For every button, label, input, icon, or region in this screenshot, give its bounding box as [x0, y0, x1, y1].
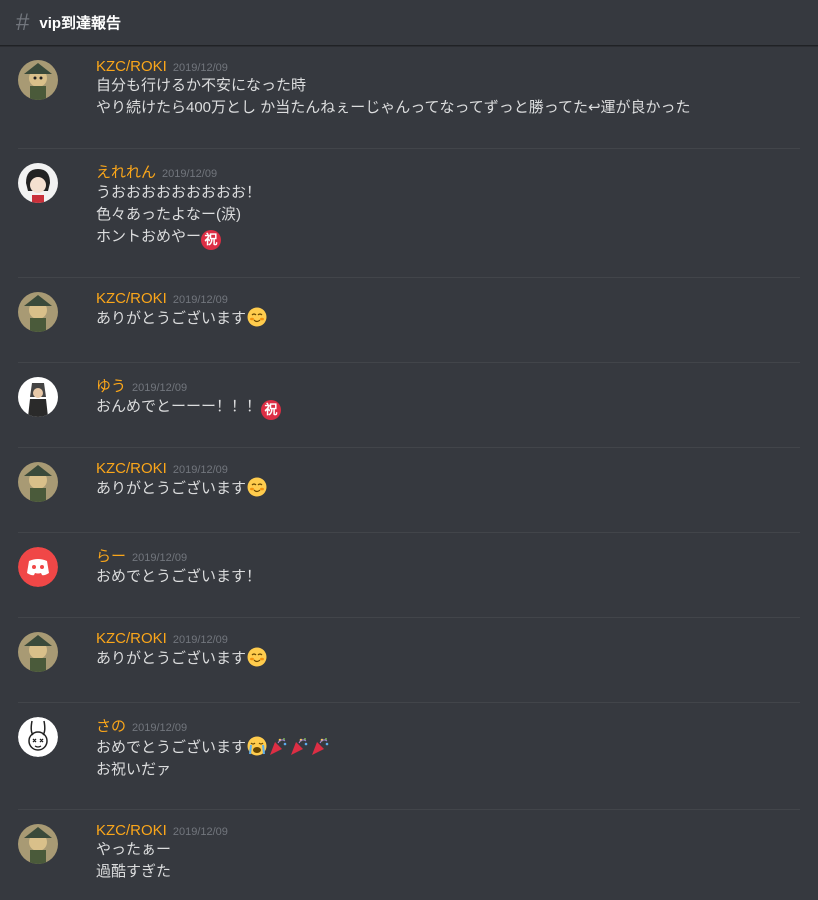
avatar[interactable] — [18, 717, 58, 757]
timestamp: 2019/12/09 — [172, 464, 228, 476]
avatar[interactable] — [18, 163, 58, 203]
party-popper-icon — [312, 738, 329, 755]
message: えれれん 2019/12/09 うおおおおおおおおお！ 色々あったよなー(涙) … — [18, 149, 800, 278]
message-line: ありがとうございます — [96, 647, 800, 670]
party-popper-icon — [270, 738, 287, 755]
avatar[interactable] — [18, 60, 58, 100]
author-name[interactable]: KZC/ROKI — [96, 58, 167, 75]
blush-emoji — [247, 307, 267, 327]
message-line: 自分も行けるか不安になった時 — [96, 77, 307, 94]
message-text: ホントおめやー — [96, 228, 202, 245]
message: KZC/ROKI 2019/12/09 ありがとうございます — [18, 618, 800, 703]
timestamp: 2019/12/09 — [172, 62, 228, 74]
message-text: おめでとうございます — [96, 739, 247, 756]
message-line: うおおおおおおおおお！ — [96, 184, 262, 201]
avatar[interactable] — [18, 632, 58, 672]
message-line: お祝いだァ — [96, 761, 172, 778]
timestamp: 2019/12/09 — [132, 552, 188, 564]
crying-emoji — [247, 736, 267, 756]
message-list: KZC/ROKI 2019/12/09 自分も行けるか不安になった時 やり続けた… — [0, 46, 818, 900]
author-name[interactable]: KZC/ROKI — [96, 290, 167, 307]
message: KZC/ROKI 2019/12/09 やったぁー 過酷すぎた — [18, 810, 800, 900]
celebrate-kanji-emoji: 祝 — [201, 230, 222, 250]
avatar[interactable] — [18, 824, 58, 864]
message-line: おんめでとーーー！！！祝 — [96, 396, 800, 420]
avatar[interactable] — [18, 377, 58, 417]
message-line: おめでとうございます！ — [96, 568, 262, 585]
avatar[interactable] — [18, 292, 58, 332]
author-name[interactable]: えれれん — [96, 161, 156, 182]
message-line: ホントおめやー祝 — [96, 226, 800, 250]
message-line: やったぁー — [96, 841, 172, 858]
message-text: ありがとうございます — [96, 310, 247, 327]
author-name[interactable]: さの — [96, 715, 126, 736]
blush-emoji — [247, 477, 267, 497]
timestamp: 2019/12/09 — [172, 826, 228, 838]
author-name[interactable]: ゆう — [96, 375, 126, 396]
timestamp: 2019/12/09 — [132, 382, 188, 394]
message-line: ありがとうございます — [96, 307, 800, 330]
timestamp: 2019/12/09 — [172, 634, 228, 646]
message: KZC/ROKI 2019/12/09 自分も行けるか不安になった時 やり続けた… — [18, 46, 800, 149]
channel-header: # vip到達報告 — [0, 0, 818, 46]
celebrate-kanji-emoji: 祝 — [261, 400, 282, 420]
blush-emoji — [247, 647, 267, 667]
message-line: 過酷すぎた — [96, 863, 172, 880]
message-line: ありがとうございます — [96, 477, 800, 500]
party-popper-icon — [291, 738, 308, 755]
timestamp: 2019/12/09 — [162, 168, 218, 180]
timestamp: 2019/12/09 — [172, 294, 228, 306]
message-line: 色々あったよなー(涙) — [96, 206, 241, 223]
message: ゆう 2019/12/09 おんめでとーーー！！！祝 — [18, 363, 800, 448]
message-text: おんめでとーーー！！！ — [96, 398, 262, 415]
message-line: おめでとうございます — [96, 736, 800, 759]
message: らー 2019/12/09 おめでとうございます！ — [18, 533, 800, 618]
message: KZC/ROKI 2019/12/09 ありがとうございます — [18, 448, 800, 533]
author-name[interactable]: らー — [96, 545, 126, 566]
message-text: ありがとうございます — [96, 650, 247, 667]
avatar[interactable] — [18, 462, 58, 502]
timestamp: 2019/12/09 — [132, 722, 188, 734]
channel-name: vip到達報告 — [39, 15, 122, 32]
avatar[interactable] — [18, 547, 58, 587]
author-name[interactable]: KZC/ROKI — [96, 822, 167, 839]
message: さの 2019/12/09 おめでとうございます お祝いだァ — [18, 703, 800, 810]
hash-icon: # — [16, 8, 30, 36]
author-name[interactable]: KZC/ROKI — [96, 460, 167, 477]
message-line: やり続けたら400万とし か当たんねぇーじゃんってなってずっと勝ってた↩運が良か… — [96, 99, 691, 116]
author-name[interactable]: KZC/ROKI — [96, 630, 167, 647]
message-text: ありがとうございます — [96, 480, 247, 497]
message: KZC/ROKI 2019/12/09 ありがとうございます — [18, 278, 800, 363]
